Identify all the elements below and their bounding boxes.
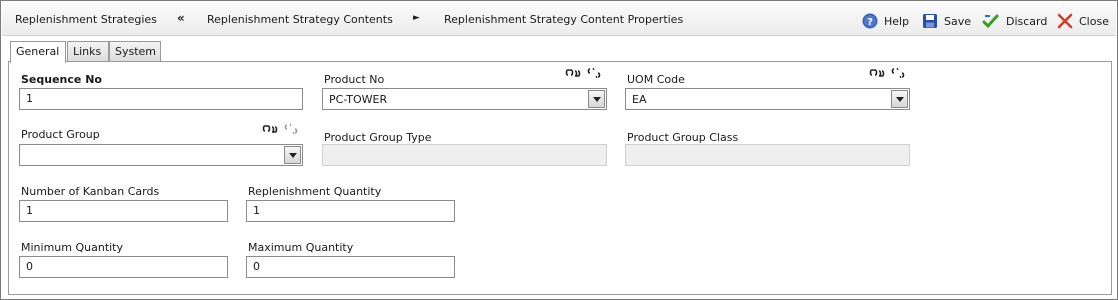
unlink-icon[interactable]	[284, 123, 298, 135]
save-button[interactable]: Save	[922, 11, 971, 31]
help-icon: ?	[862, 13, 878, 29]
discard-button[interactable]: Discard	[982, 11, 1047, 31]
link-icon[interactable]	[869, 69, 885, 77]
general-tab-panel: Sequence No 1 Product No PC-TOWER UOM Co…	[8, 61, 1112, 295]
chevron-down-icon[interactable]	[891, 90, 908, 108]
product-group-type-field	[322, 144, 607, 166]
product-no-value: PC-TOWER	[329, 93, 388, 106]
breadcrumb-content-properties: Replenishment Strategy Content Propertie…	[444, 13, 684, 26]
help-button[interactable]: ? Help	[862, 11, 909, 31]
uom-code-value: EA	[632, 93, 647, 106]
maximum-qty-label: Maximum Quantity	[248, 241, 354, 254]
maximum-qty-input[interactable]: 0	[246, 256, 455, 278]
content-properties-window: Replenishment Strategies « Replenishment…	[0, 0, 1118, 300]
breadcrumb-replenishment-strategies[interactable]: Replenishment Strategies	[15, 13, 157, 26]
chevron-down-icon[interactable]	[284, 146, 301, 164]
product-no-dropdown[interactable]: PC-TOWER	[322, 88, 607, 110]
save-icon	[923, 14, 937, 28]
breadcrumb-forward-separator: ►	[413, 13, 420, 23]
product-group-type-label: Product Group Type	[324, 131, 432, 144]
product-no-label: Product No	[324, 73, 385, 86]
product-group-class-label: Product Group Class	[627, 131, 739, 144]
uom-code-label: UOM Code	[627, 73, 685, 86]
minimum-qty-label: Minimum Quantity	[21, 241, 124, 254]
close-label: Close	[1079, 14, 1109, 28]
minimum-qty-input[interactable]: 0	[19, 256, 228, 278]
header-bar: Replenishment Strategies « Replenishment…	[2, 2, 1116, 36]
replenishment-qty-input[interactable]: 1	[246, 200, 455, 222]
chevron-down-icon[interactable]	[588, 90, 605, 108]
product-group-label: Product Group	[21, 128, 100, 141]
product-group-dropdown[interactable]	[19, 144, 303, 166]
replenishment-qty-label: Replenishment Quantity	[248, 185, 382, 198]
tab-links[interactable]: Links	[67, 41, 109, 62]
sequence-no-input[interactable]: 1	[19, 88, 303, 110]
kanban-cards-input[interactable]: 1	[19, 200, 228, 222]
tab-system[interactable]: System	[109, 41, 161, 62]
discard-label: Discard	[1006, 14, 1048, 28]
help-label: Help	[884, 14, 910, 28]
link-icon[interactable]	[565, 69, 581, 77]
discard-icon	[982, 14, 999, 29]
kanban-cards-label: Number of Kanban Cards	[21, 185, 160, 198]
product-group-class-field	[625, 144, 910, 166]
link-icon[interactable]	[262, 125, 278, 133]
product-group-link-icons	[262, 123, 298, 135]
unlink-icon[interactable]	[587, 67, 601, 79]
sequence-no-label: Sequence No	[21, 73, 102, 86]
product-no-link-icons	[565, 67, 601, 79]
uom-code-dropdown[interactable]: EA	[625, 88, 910, 110]
breadcrumb-strategy-contents[interactable]: Replenishment Strategy Contents	[207, 13, 393, 26]
tab-general[interactable]: General	[10, 41, 66, 63]
close-icon	[1057, 13, 1073, 29]
svg-text:?: ?	[867, 17, 873, 28]
breadcrumb-back-separator: «	[177, 11, 185, 25]
save-label: Save	[944, 14, 972, 28]
uom-code-link-icons	[869, 67, 905, 79]
close-button[interactable]: Close	[1057, 11, 1109, 31]
unlink-icon[interactable]	[891, 67, 905, 79]
